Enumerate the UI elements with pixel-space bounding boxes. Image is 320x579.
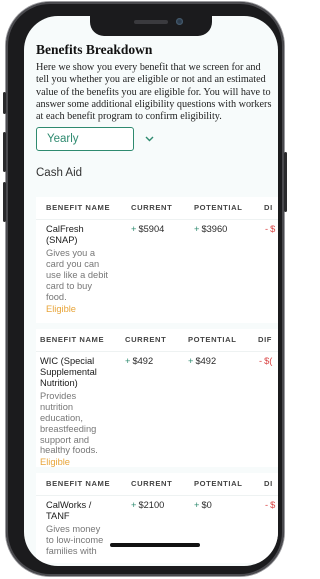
current-value: + $2100 — [131, 500, 165, 511]
period-select-row: Yearly — [36, 127, 278, 152]
power-button — [284, 152, 287, 212]
section-title: Cash Aid — [36, 167, 83, 180]
potential-value: + $3960 — [194, 224, 228, 235]
potential-value: + $0 — [194, 500, 212, 511]
table-header: BENEFIT NAME CURRENT POTENTIAL DI — [36, 197, 278, 221]
difference-value: - $ — [265, 500, 276, 511]
header-potential: POTENTIAL — [188, 335, 237, 345]
header-benefit-name: BENEFIT NAME — [46, 203, 111, 213]
table-header: BENEFIT NAME CURRENT POTENTIAL DIF — [36, 329, 278, 353]
benefits-page: Benefits Breakdown Here we show you ever… — [36, 42, 278, 566]
benefit-name: CalWorks / TANF — [46, 500, 92, 522]
volume-up-button — [3, 132, 6, 172]
home-indicator[interactable] — [110, 543, 200, 547]
camera-icon — [176, 18, 183, 25]
header-benefit-name: BENEFIT NAME — [40, 335, 105, 345]
table-header: BENEFIT NAME CURRENT POTENTIAL DI — [36, 473, 278, 497]
current-value: + $5904 — [131, 224, 165, 235]
benefit-name: CalFresh (SNAP) — [46, 224, 84, 246]
difference-value: - $( — [259, 356, 273, 367]
header-potential: POTENTIAL — [194, 203, 243, 213]
page-title: Benefits Breakdown — [36, 42, 153, 57]
benefit-description: Gives money to low-income families with — [46, 524, 104, 557]
header-potential: POTENTIAL — [194, 479, 243, 489]
header-difference: DI — [264, 203, 273, 213]
header-current: CURRENT — [125, 335, 167, 345]
screen: Benefits Breakdown Here we show you ever… — [24, 16, 278, 566]
speaker — [134, 20, 168, 24]
difference-value: - $ — [265, 224, 276, 235]
period-select-value: Yearly — [47, 133, 79, 146]
benefit-name: WIC (Special Supplemental Nutrition) — [40, 356, 97, 389]
benefit-description: Provides nutrition education, breastfeed… — [40, 391, 98, 456]
header-difference: DIF — [258, 335, 273, 345]
benefit-card: BENEFIT NAME CURRENT POTENTIAL DI CalWor… — [36, 473, 278, 564]
benefit-card: BENEFIT NAME CURRENT POTENTIAL DI CalFre… — [36, 197, 278, 324]
benefit-description: Gives you a card you can use like a debi… — [46, 248, 109, 302]
header-current: CURRENT — [131, 479, 173, 489]
period-select[interactable]: Yearly — [36, 127, 134, 152]
header-benefit-name: BENEFIT NAME — [46, 479, 111, 489]
current-value: + $492 — [125, 356, 154, 367]
intro-text: Here we show you every benefit that we s… — [36, 62, 272, 123]
benefit-card: BENEFIT NAME CURRENT POTENTIAL DIF WIC (… — [36, 329, 278, 468]
chevron-down-icon[interactable] — [145, 134, 154, 145]
eligibility-status: Eligible — [46, 304, 76, 315]
header-difference: DI — [264, 479, 273, 489]
volume-down-button — [3, 182, 6, 222]
eligibility-status: Eligible — [40, 457, 70, 468]
mute-switch — [3, 92, 6, 114]
potential-value: + $492 — [188, 356, 217, 367]
header-current: CURRENT — [131, 203, 173, 213]
notch — [90, 16, 212, 36]
phone-frame: Benefits Breakdown Here we show you ever… — [3, 2, 287, 576]
